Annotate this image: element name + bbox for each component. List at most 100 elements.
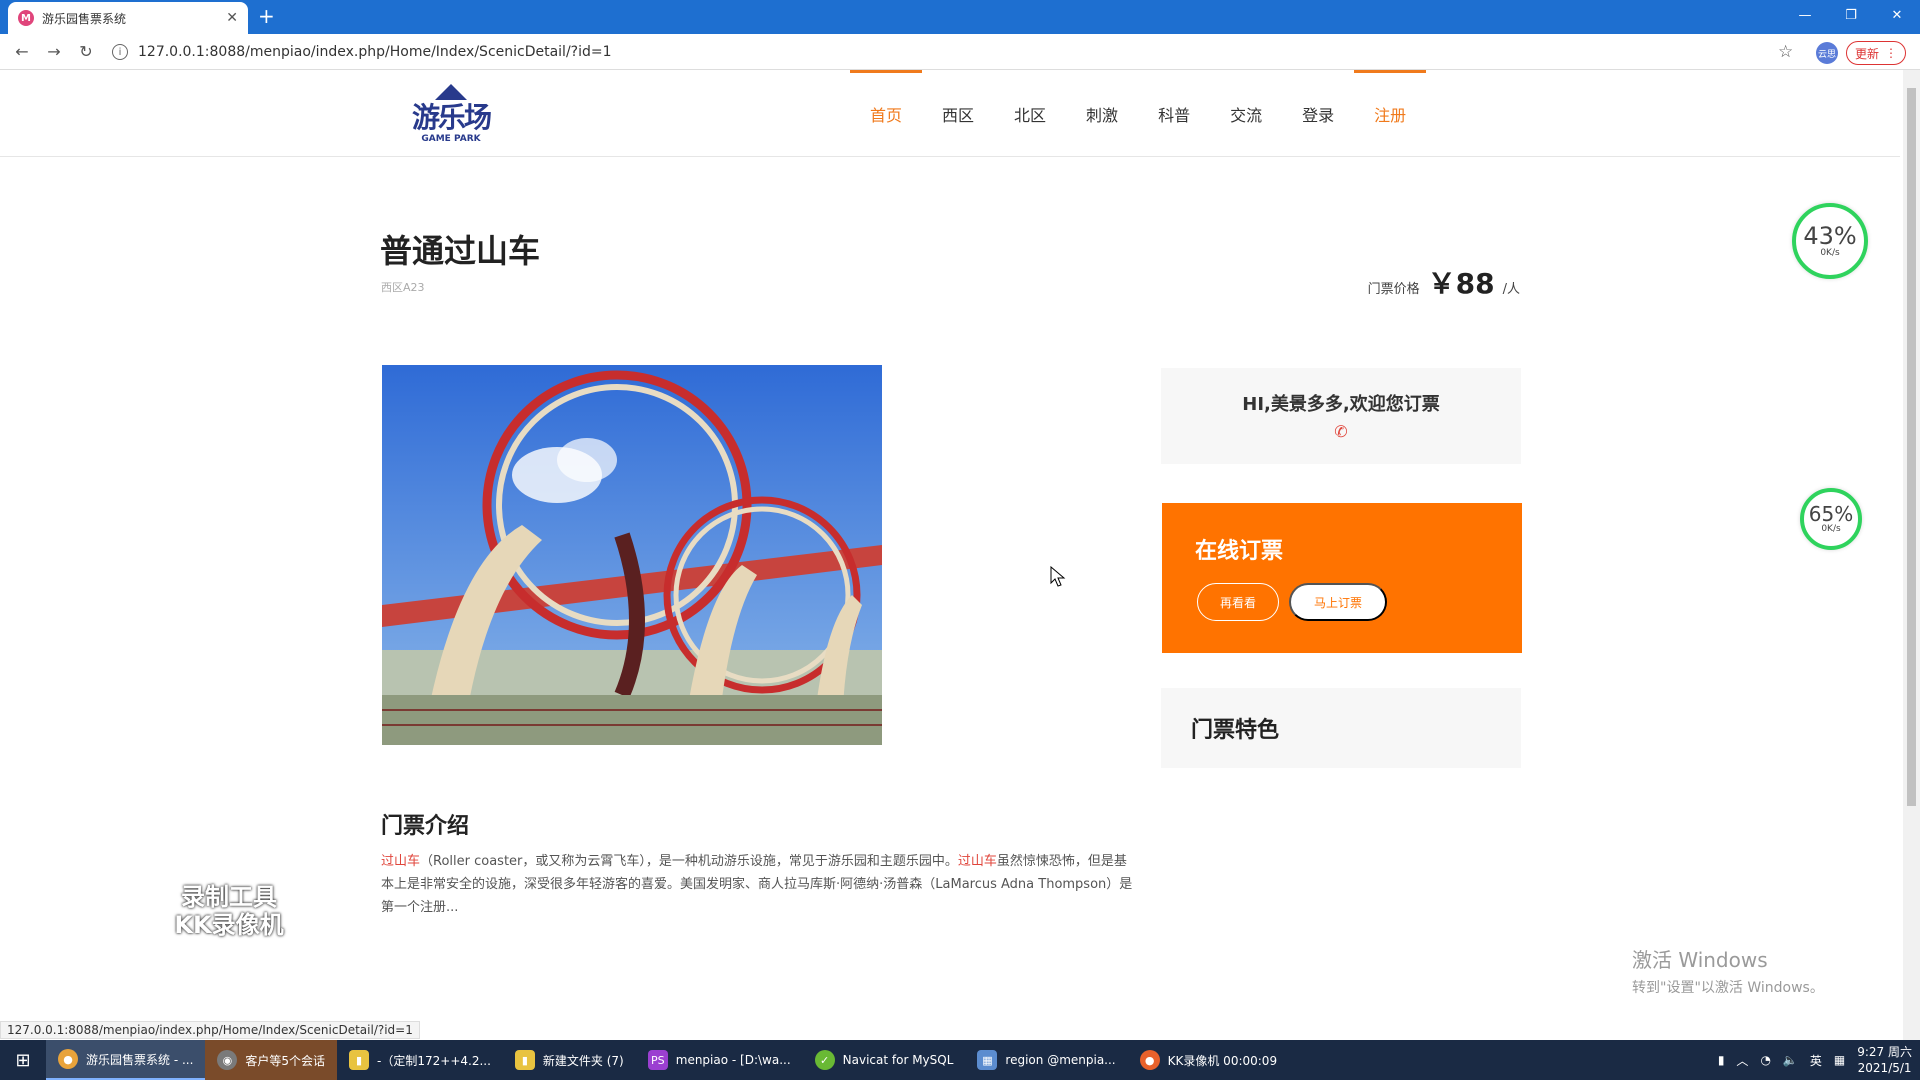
tab-title: 游乐园售票系统	[42, 11, 127, 26]
nav-science[interactable]: 科普	[1138, 70, 1210, 157]
reload-icon[interactable]: ↻	[70, 42, 102, 61]
welcome-text: HI,美景多多,欢迎您订票	[1242, 394, 1440, 415]
nav-west[interactable]: 西区	[922, 70, 994, 157]
table-icon: ▦	[977, 1050, 998, 1070]
window-controls: — ❐ ✕	[1782, 0, 1920, 30]
gauge-percent: 43%	[1803, 222, 1857, 250]
nav-thrill[interactable]: 刺激	[1066, 70, 1138, 157]
phone-icon: ✆	[1334, 422, 1348, 441]
crown-icon	[435, 84, 467, 100]
gauge-speed: 0K/s	[1820, 248, 1840, 258]
nav-north[interactable]: 北区	[994, 70, 1066, 157]
keyboard-icon[interactable]: ▦	[1834, 1053, 1845, 1067]
recorder-watermark-line2: KK录像机	[174, 911, 284, 939]
gauge-speed: 0K/s	[1821, 524, 1841, 534]
activate-title: 激活 Windows	[1632, 948, 1768, 972]
restore-icon[interactable]: ❐	[1828, 0, 1874, 30]
taskbar-item[interactable]: ● KK录像机 00:00:09	[1128, 1040, 1289, 1080]
folder-icon: ▮	[514, 1050, 535, 1070]
attraction-title: 普通过山车	[380, 232, 541, 270]
update-label: 更新	[1854, 46, 1879, 61]
ticket-features-card: 门票特色	[1161, 688, 1521, 768]
url-text: 127.0.0.1:8088/menpiao/index.php/Home/In…	[138, 44, 612, 60]
tray-expand-icon[interactable]: ︿	[1736, 1052, 1748, 1069]
page-scrollbar[interactable]	[1903, 70, 1920, 1040]
clock-time: 9:27 周六	[1857, 1045, 1912, 1059]
intro-keyword[interactable]: 过山车	[381, 854, 420, 869]
ime-indicator[interactable]: 英	[1810, 1052, 1822, 1069]
info-icon[interactable]: i	[112, 44, 128, 60]
clock-date: 2021/5/1	[1857, 1061, 1912, 1075]
system-clock[interactable]: 9:27 周六 2021/5/1	[1857, 1044, 1912, 1076]
price-label: 门票价格	[1367, 282, 1420, 297]
recorder-icon: ●	[1139, 1050, 1160, 1070]
order-title: 在线订票	[1195, 539, 1284, 564]
price-unit: /人	[1502, 282, 1520, 297]
taskbar-item-label: Navicat for MySQL	[842, 1053, 954, 1067]
nav-forum[interactable]: 交流	[1210, 70, 1282, 157]
browse-more-button[interactable]: 再看看	[1197, 583, 1279, 621]
network-icon[interactable]: ◔	[1760, 1053, 1770, 1067]
site-logo[interactable]: 游乐场 GAME PARK	[390, 70, 512, 158]
price-value: ￥88	[1427, 267, 1495, 300]
book-now-button[interactable]: 马上订票	[1289, 583, 1387, 621]
logo-text: 游乐场	[411, 101, 492, 134]
nav-register[interactable]: 注册	[1354, 70, 1427, 157]
main-nav: 首页 西区 北区 刺激 科普 交流 登录 注册	[850, 70, 1427, 157]
windows-start-icon[interactable]: ⊞	[0, 1040, 46, 1080]
windows-taskbar: ⊞ ● 游乐园售票系统 - ... ◉ 客户等5个会话 ▮ -（定制172++4…	[0, 1040, 1920, 1080]
update-button[interactable]: 更新 ⋮	[1846, 41, 1906, 65]
folder-icon: ▮	[349, 1050, 370, 1070]
price-block: 门票价格 ￥88 /人	[1368, 262, 1520, 302]
intro-keyword[interactable]: 过山车	[958, 854, 997, 869]
scrollbar-thumb[interactable]	[1907, 88, 1916, 806]
intro-body-1: （Roller coaster，或又称为云霄飞车），是一种机动游乐设施，常见于游…	[420, 854, 958, 869]
taskbar-item[interactable]: ▦ region @menpia...	[965, 1040, 1127, 1080]
taskbar-item-label: KK录像机 00:00:09	[1167, 1053, 1278, 1068]
taskbar-item[interactable]: ▮ 新建文件夹 (7)	[503, 1040, 636, 1080]
mouse-cursor-icon	[1050, 566, 1066, 587]
url-field[interactable]: i 127.0.0.1:8088/menpiao/index.php/Home/…	[112, 39, 1792, 65]
taskbar-item-label: menpiao - [D:\wa...	[675, 1053, 791, 1067]
taskbar-item[interactable]: ✓ Navicat for MySQL	[803, 1040, 966, 1080]
windows-activation-watermark: 激活 Windows 转到"设置"以激活 Windows。	[1632, 944, 1824, 997]
taskbar-item[interactable]: ▮ -（定制172++4.2...	[337, 1040, 503, 1080]
taskbar-item-label: region @menpia...	[1005, 1053, 1116, 1067]
volume-icon[interactable]: 🔈	[1783, 1053, 1798, 1067]
network-speed-gauge[interactable]: 43% 0K/s	[1792, 203, 1868, 279]
forward-icon[interactable]: →	[38, 42, 70, 61]
profile-avatar[interactable]: 云思	[1816, 42, 1838, 64]
feature-title: 门票特色	[1191, 718, 1280, 743]
attraction-location: 西区A23	[381, 281, 425, 294]
online-order-card: 在线订票 再看看 马上订票	[1162, 503, 1522, 653]
bookmark-star-icon[interactable]: ☆	[1778, 42, 1793, 62]
site-header: 游乐场 GAME PARK 首页 西区 北区 刺激 科普 交流 登录 注册	[0, 70, 1900, 157]
minimize-icon[interactable]: —	[1782, 0, 1828, 30]
navicat-icon: ✓	[814, 1050, 835, 1070]
browser-tab[interactable]: M 游乐园售票系统 ✕	[8, 2, 248, 34]
nav-home[interactable]: 首页	[850, 70, 923, 157]
attraction-photo	[382, 365, 882, 745]
status-bar-url: 127.0.0.1:8088/menpiao/index.php/Home/In…	[0, 1021, 420, 1039]
phpstorm-icon: PS	[647, 1050, 668, 1070]
taskbar-item-label: 游乐园售票系统 - ...	[86, 1052, 194, 1067]
intro-text: 过山车（Roller coaster，或又称为云霄飞车），是一种机动游乐设施，常…	[381, 850, 1133, 919]
battery-icon[interactable]: ▮	[1718, 1053, 1725, 1067]
browser-tab-bar: M 游乐园售票系统 ✕ + — ❐ ✕	[0, 0, 1920, 34]
nav-login[interactable]: 登录	[1282, 70, 1354, 157]
logo-subtext: GAME PARK	[421, 134, 481, 144]
close-tab-icon[interactable]: ✕	[226, 10, 238, 26]
close-window-icon[interactable]: ✕	[1874, 0, 1920, 30]
gauge-percent: 65%	[1808, 502, 1854, 526]
menu-dots-icon: ⋮	[1885, 46, 1897, 60]
taskbar-item[interactable]: ◉ 客户等5个会话	[205, 1040, 338, 1080]
back-icon[interactable]: ←	[6, 42, 38, 61]
taskbar-item[interactable]: PS menpiao - [D:\wa...	[636, 1040, 803, 1080]
system-tray: ▮ ︿ ◔ 🔈 英 ▦ 9:27 周六 2021/5/1	[1718, 1040, 1912, 1080]
new-tab-icon[interactable]: +	[258, 6, 275, 26]
taskbar-item[interactable]: ● 游乐园售票系统 - ...	[46, 1040, 206, 1080]
address-bar: ← → ↻ i 127.0.0.1:8088/menpiao/index.php…	[0, 34, 1920, 70]
network-speed-gauge[interactable]: 65% 0K/s	[1800, 488, 1862, 550]
activate-subtitle: 转到"设置"以激活 Windows。	[1632, 980, 1824, 996]
taskbar-item-label: -（定制172++4.2...	[377, 1053, 491, 1068]
